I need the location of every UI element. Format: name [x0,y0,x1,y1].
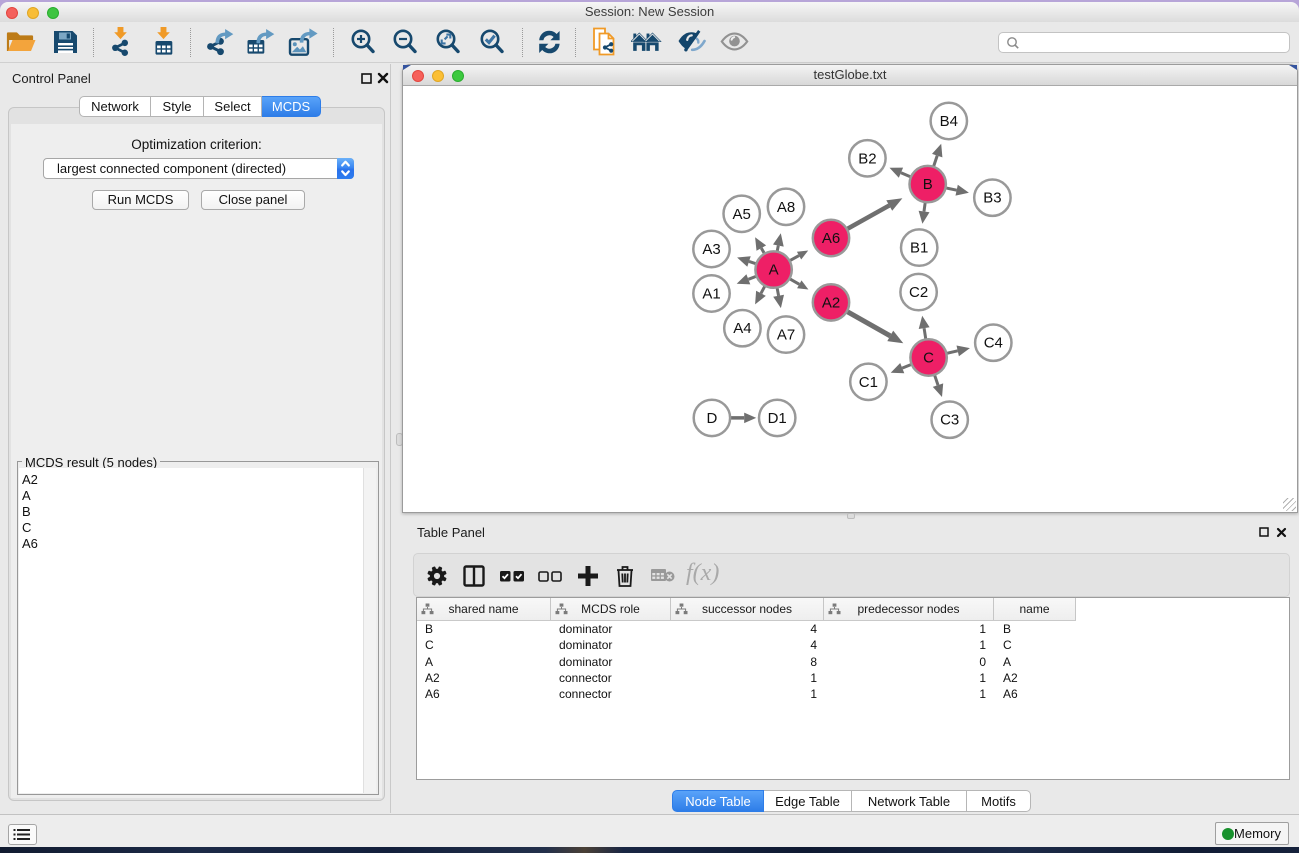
svg-text:D1: D1 [768,410,787,427]
svg-text:A: A [769,262,779,279]
svg-text:C2: C2 [909,284,928,301]
svg-text:B4: B4 [940,113,958,130]
svg-text:C: C [923,350,934,367]
svg-text:A6: A6 [822,230,840,247]
svg-text:C1: C1 [859,374,878,391]
svg-text:C4: C4 [984,335,1003,352]
svg-text:A5: A5 [733,206,751,223]
svg-text:B: B [923,176,933,193]
svg-text:A7: A7 [777,327,795,344]
svg-text:A2: A2 [822,294,840,311]
svg-text:B1: B1 [910,240,928,257]
svg-text:A4: A4 [733,320,751,337]
svg-text:A1: A1 [702,286,720,303]
svg-text:A3: A3 [702,241,720,258]
svg-text:C3: C3 [940,412,959,429]
svg-text:B3: B3 [983,190,1001,207]
svg-text:A8: A8 [777,199,795,216]
svg-text:B2: B2 [858,150,876,167]
svg-text:D: D [706,410,717,427]
